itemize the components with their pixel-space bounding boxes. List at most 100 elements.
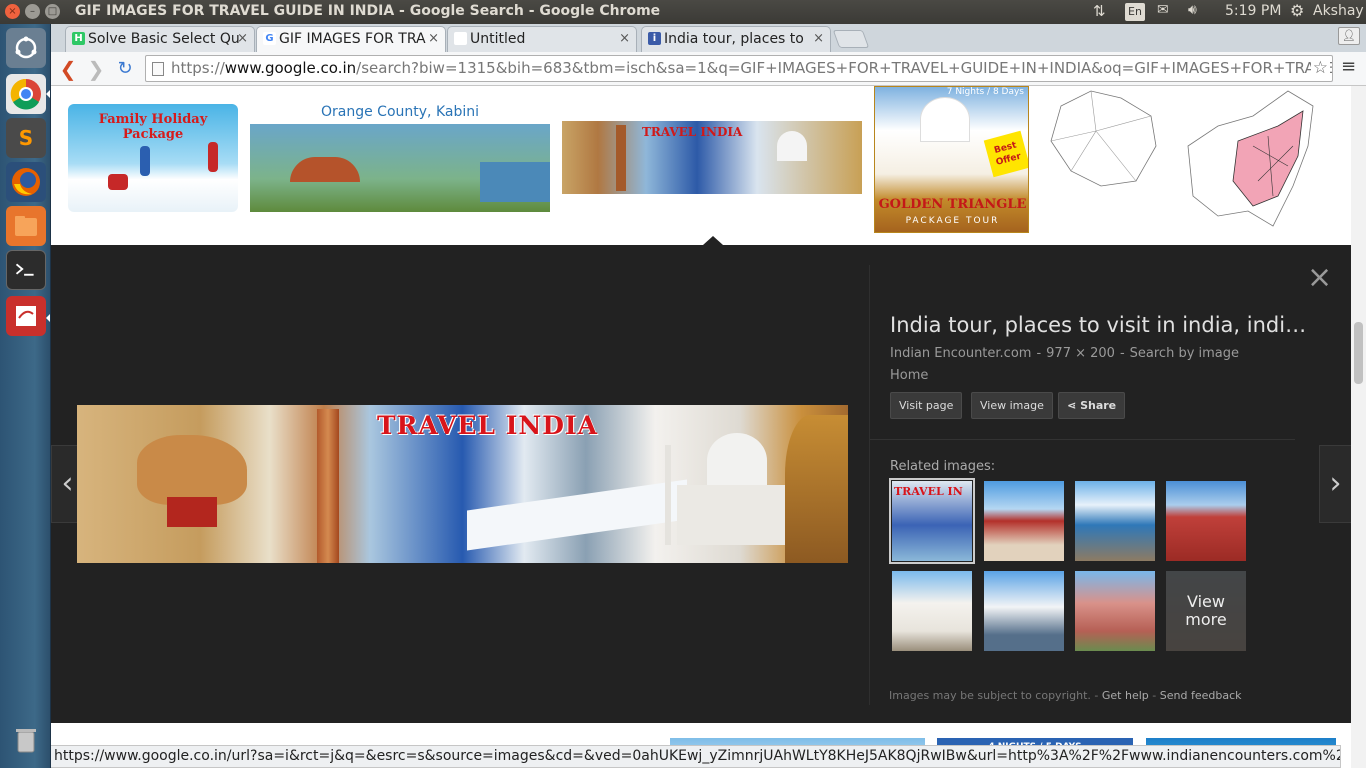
- close-viewer-icon[interactable]: ×: [1307, 263, 1332, 293]
- browser-window: H Solve Basic Select Qu × G GIF IMAGES F…: [51, 24, 1366, 768]
- tab-google-search[interactable]: G GIF IMAGES FOR TRA ×: [256, 26, 446, 52]
- tab-label: Untitled: [470, 31, 526, 47]
- share-button[interactable]: ⋖ Share: [1058, 392, 1126, 419]
- related-image-thumb[interactable]: [1075, 481, 1155, 561]
- reload-button[interactable]: ↻: [112, 56, 138, 82]
- bookmark-star-icon[interactable]: ☆: [1310, 56, 1330, 81]
- thumbnail-caption: GOLDEN TRIANGLE: [878, 197, 1027, 212]
- copyright-notice: Images may be subject to copyright.: [889, 689, 1091, 702]
- tab-india-tour[interactable]: i India tour, places to ×: [641, 26, 831, 52]
- sled-figure: [108, 174, 128, 190]
- clock-time[interactable]: 5:19 PM: [1225, 3, 1281, 19]
- qutub-minar-shape: [317, 409, 339, 563]
- package-duration: 7 Nights / 8 Days: [946, 87, 1024, 97]
- blank-favicon-icon: [454, 32, 467, 45]
- tab-close-icon[interactable]: ×: [813, 27, 824, 51]
- keyboard-language-icon[interactable]: En: [1125, 3, 1145, 21]
- related-image-thumb-selected[interactable]: TRAVEL IN: [889, 478, 975, 564]
- related-image-thumb[interactable]: [892, 571, 972, 651]
- related-image-thumb[interactable]: [984, 571, 1064, 651]
- thumbnail-caption: TRAVEL INDIA: [642, 125, 743, 139]
- window-minimize-button[interactable]: –: [25, 4, 40, 19]
- related-image-thumb[interactable]: View more: [1166, 571, 1246, 651]
- preview-image[interactable]: TRAVEL INDIA: [77, 405, 848, 563]
- chrome-menu-icon[interactable]: ≡: [1341, 56, 1356, 77]
- thumbnail-caption: Orange County, Kabini: [321, 104, 479, 120]
- visit-page-button[interactable]: Visit page: [890, 392, 963, 419]
- network-updown-icon[interactable]: ⇅: [1093, 2, 1106, 20]
- launcher-sidebar: S: [0, 24, 51, 768]
- text-editor-icon[interactable]: [6, 296, 46, 336]
- address-bar[interactable]: https://www.google.co.in/search?biw=1315…: [145, 55, 1333, 82]
- image-overlay-text: TRAVEL INDIA: [377, 411, 599, 440]
- thumbnail-subcaption: PACKAGE TOUR: [905, 216, 1000, 226]
- result-thumbnail-district-map[interactable]: [1041, 86, 1166, 191]
- mail-icon[interactable]: ✉: [1157, 2, 1169, 18]
- trash-icon[interactable]: [6, 720, 46, 760]
- search-results-page: Family Holiday Package Orange County, Ka…: [51, 86, 1366, 768]
- new-tab-button[interactable]: [832, 30, 870, 48]
- forward-button[interactable]: ❯: [83, 56, 109, 82]
- terminal-icon[interactable]: [6, 250, 46, 290]
- hackerrank-favicon-icon: H: [72, 32, 85, 45]
- search-by-image-link[interactable]: Search by image: [1130, 346, 1239, 361]
- skier-figure: [208, 142, 218, 172]
- system-gear-icon[interactable]: ⚙: [1290, 1, 1304, 20]
- image-title-link[interactable]: India tour, places to visit in india, in…: [890, 313, 1306, 337]
- google-favicon-icon: G: [263, 32, 276, 45]
- meta-separator: -: [1036, 346, 1042, 361]
- result-thumbnail-golden-triangle[interactable]: 7 Nights / 8 Days Best Offer GOLDEN TRIA…: [874, 86, 1029, 233]
- result-thumbnail-state-map[interactable]: [1178, 86, 1338, 233]
- tab-strip: H Solve Basic Select Qu × G GIF IMAGES F…: [51, 24, 1366, 52]
- result-thumbnail-family-holiday[interactable]: Family Holiday Package: [68, 104, 238, 212]
- chrome-icon[interactable]: [6, 74, 46, 114]
- user-name[interactable]: Akshay: [1313, 3, 1364, 19]
- palace-dome-shape: [785, 415, 848, 563]
- hut-shape: [290, 157, 360, 182]
- result-thumbnail-travel-india[interactable]: TRAVEL INDIA: [562, 121, 862, 194]
- firefox-icon[interactable]: [6, 162, 46, 202]
- tab-untitled[interactable]: Untitled ×: [447, 26, 637, 52]
- page-scrollbar[interactable]: [1351, 86, 1366, 768]
- source-site[interactable]: Indian Encounter.com: [890, 346, 1031, 361]
- selected-result-caret: [703, 236, 723, 245]
- tab-close-icon[interactable]: ×: [237, 27, 248, 51]
- tab-hackerrank[interactable]: H Solve Basic Select Qu ×: [65, 26, 255, 52]
- back-button[interactable]: ❮: [55, 56, 81, 82]
- pool-shape: [480, 162, 550, 202]
- sublime-text-icon[interactable]: S: [6, 118, 46, 158]
- tab-close-icon[interactable]: ×: [428, 27, 439, 51]
- get-help-link[interactable]: Get help: [1102, 689, 1149, 702]
- divider: [870, 439, 1295, 440]
- thumbnail-caption: Family Holiday Package: [98, 112, 208, 142]
- view-more-button[interactable]: View more: [1166, 571, 1246, 651]
- tab-label: Solve Basic Select Qu: [88, 31, 240, 47]
- best-offer-badge: Best Offer: [983, 130, 1028, 178]
- volume-icon[interactable]: 🔊︎: [1188, 2, 1197, 18]
- profile-icon[interactable]: 👤︎: [1338, 27, 1360, 45]
- next-image-button[interactable]: ›: [1319, 445, 1352, 523]
- files-icon[interactable]: [6, 206, 46, 246]
- scrollbar-thumb[interactable]: [1354, 322, 1363, 384]
- related-image-thumb[interactable]: [984, 481, 1064, 561]
- send-feedback-link[interactable]: Send feedback: [1160, 689, 1242, 702]
- window-maximize-button[interactable]: □: [45, 4, 60, 19]
- status-bar-url: https://www.google.co.in/url?sa=i&rct=j&…: [51, 745, 1341, 768]
- window-close-button[interactable]: ×: [5, 4, 20, 19]
- tab-close-icon[interactable]: ×: [619, 27, 630, 51]
- result-thumbnail-kabini[interactable]: Orange County, Kabini: [250, 102, 550, 212]
- url-path: /search?biw=1315&bih=683&tbm=isch&sa=1&q…: [356, 59, 1333, 77]
- related-image-thumb[interactable]: [1075, 571, 1155, 651]
- image-info-panel: India tour, places to visit in india, in…: [869, 265, 1309, 705]
- camel-shape: [137, 435, 247, 505]
- viewer-footer: Images may be subject to copyright. - Ge…: [889, 689, 1242, 702]
- related-image-thumb[interactable]: [1166, 481, 1246, 561]
- meta-separator: -: [1119, 346, 1125, 361]
- taj-dome-shape: [920, 97, 970, 142]
- image-description: Home: [890, 368, 929, 383]
- browser-toolbar: ❮ ❯ ↻ https://www.google.co.in/search?bi…: [51, 52, 1366, 86]
- view-image-button[interactable]: View image: [971, 392, 1053, 419]
- related-thumb-caption: TRAVEL IN: [894, 485, 963, 498]
- dash-home-icon[interactable]: [6, 28, 46, 68]
- window-title: GIF IMAGES FOR TRAVEL GUIDE IN INDIA - G…: [75, 3, 661, 19]
